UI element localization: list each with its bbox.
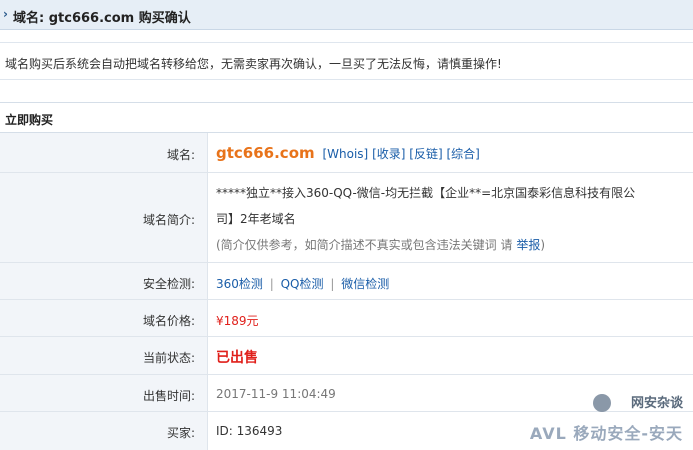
label-sold-time: 出售时间: bbox=[142, 389, 195, 403]
section-header: 立即购买 bbox=[0, 102, 693, 132]
value-domain: gtc666.com [Whois] [收录] [反链] [综合] bbox=[216, 144, 480, 162]
watermark-line-2: AVL 移动安全-安天 bbox=[529, 424, 683, 443]
link-360-check[interactable]: 360检测 bbox=[216, 277, 263, 291]
row-status: 当前状态: 已出售 bbox=[0, 337, 693, 375]
purchase-table: 域名: gtc666.com [Whois] [收录] [反链] [综合] 域名… bbox=[0, 132, 693, 450]
price-value: ¥189元 bbox=[216, 314, 259, 328]
link-overview[interactable]: [综合] bbox=[446, 147, 479, 161]
section-title: 立即购买 bbox=[5, 113, 54, 127]
label-domain: 域名: bbox=[166, 148, 195, 162]
label-cell: 安全检测: bbox=[0, 263, 208, 299]
link-wechat-check[interactable]: 微信检测 bbox=[341, 277, 389, 291]
intro-note-text: (简介仅供参考，如简介描述不真实或包含违法关键词 请 bbox=[216, 238, 513, 252]
label-status: 当前状态: bbox=[142, 351, 195, 365]
row-intro: 域名简介: *****独立**接入360-QQ-微信-均无拦截【企业**=北京国… bbox=[0, 173, 693, 263]
chevron-right-icon: › bbox=[3, 7, 8, 21]
intro-line-1: *****独立**接入360-QQ-微信-均无拦截【企业**=北京国泰彩信息科技… bbox=[216, 186, 636, 200]
page-header: › 域名: gtc666.com 购买确认 bbox=[0, 0, 693, 30]
row-domain: 域名: gtc666.com [Whois] [收录] [反链] [综合] bbox=[0, 133, 693, 173]
domain-name: gtc666.com bbox=[216, 144, 315, 162]
intro-line-2: 司】2年老域名 bbox=[216, 212, 296, 226]
report-link[interactable]: 举报 bbox=[516, 238, 540, 252]
label-price: 域名价格: bbox=[142, 314, 195, 328]
label-intro: 域名简介: bbox=[142, 213, 195, 227]
intro-note-end: ) bbox=[540, 238, 546, 252]
label-security: 安全检测: bbox=[142, 277, 195, 291]
link-whois[interactable]: [Whois] bbox=[322, 147, 368, 161]
wechat-icon bbox=[593, 394, 611, 412]
label-cell: 出售时间: bbox=[0, 375, 208, 411]
notice-text: 域名购买后系统会自动把域名转移给您，无需卖家再次确认，一旦买了无法反悔，请慎重操… bbox=[5, 57, 502, 71]
sold-time-value: 2017-11-9 11:04:49 bbox=[216, 387, 336, 401]
label-buyer: 买家: bbox=[166, 426, 195, 440]
label-cell: 域名价格: bbox=[0, 300, 208, 336]
label-cell: 域名简介: bbox=[0, 173, 208, 262]
separator: | bbox=[330, 277, 335, 291]
label-cell: 当前状态: bbox=[0, 337, 208, 374]
label-cell: 买家: bbox=[0, 412, 208, 450]
watermark: 网安杂谈 AVL 移动安全-安天 bbox=[489, 388, 689, 448]
security-links: 360检测 | QQ检测 | 微信检测 bbox=[216, 275, 389, 292]
page-title: 域名: gtc666.com 购买确认 bbox=[13, 11, 191, 26]
link-qq-check[interactable]: QQ检测 bbox=[281, 277, 324, 291]
link-backlinks[interactable]: [反链] bbox=[409, 147, 442, 161]
row-price: 域名价格: ¥189元 bbox=[0, 300, 693, 337]
intro-note: (简介仅供参考，如简介描述不真实或包含违法关键词 请 举报) bbox=[216, 236, 545, 253]
label-cell: 域名: bbox=[0, 133, 208, 172]
status-badge: 已出售 bbox=[216, 350, 258, 366]
link-index[interactable]: [收录] bbox=[372, 147, 405, 161]
buyer-value: ID: 136493 bbox=[216, 424, 283, 438]
row-security: 安全检测: 360检测 | QQ检测 | 微信检测 bbox=[0, 263, 693, 300]
purchase-notice: 域名购买后系统会自动把域名转移给您，无需卖家再次确认，一旦买了无法反悔，请慎重操… bbox=[0, 42, 693, 80]
separator: | bbox=[269, 277, 274, 291]
watermark-line-1: 网安杂谈 bbox=[630, 396, 683, 411]
